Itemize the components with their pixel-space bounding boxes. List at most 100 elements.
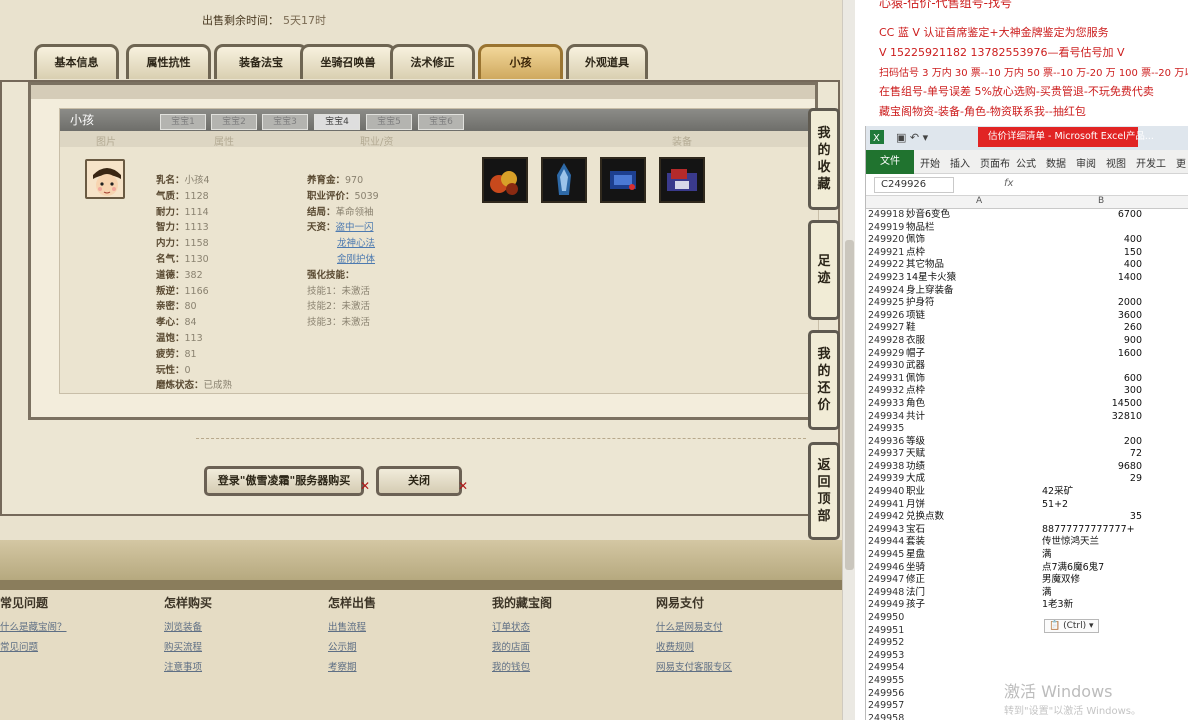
- baby-tab-2[interactable]: 宝宝2: [211, 114, 257, 130]
- cell-b[interactable]: 400: [1042, 259, 1142, 272]
- sheet-row[interactable]: 249934 共计 32810: [866, 411, 1188, 424]
- sheet-row[interactable]: 249947 修正 男魔双修: [866, 574, 1188, 587]
- footer-link[interactable]: 公示期: [328, 639, 376, 653]
- ribbon-tab-developer[interactable]: 开发工: [1136, 155, 1166, 170]
- my-favorites-button[interactable]: 我的收藏: [808, 108, 840, 210]
- equip-slot-3[interactable]: [600, 157, 646, 203]
- excel-title-popup[interactable]: 估价详细清单 - Microsoft Excel产品...: [978, 127, 1154, 147]
- equip-slot-1[interactable]: [482, 157, 528, 203]
- sheet-row[interactable]: 249930 武器: [866, 360, 1188, 373]
- cell-a[interactable]: 鞋: [906, 322, 916, 335]
- tab-mounts[interactable]: 坐骑召唤兽: [300, 44, 396, 79]
- cell-a[interactable]: 物品栏: [906, 222, 935, 235]
- cell-a[interactable]: 共计: [906, 411, 925, 424]
- cell-b[interactable]: 传世惊鸿天兰: [1042, 536, 1142, 549]
- cell-b[interactable]: 满: [1042, 587, 1142, 600]
- ribbon-tab-review[interactable]: 审阅: [1076, 155, 1096, 170]
- sheet-row[interactable]: 249937 天赋 72: [866, 448, 1188, 461]
- ribbon-tab-layout[interactable]: 页面布: [980, 155, 1010, 170]
- cell-b[interactable]: 72: [1042, 448, 1142, 461]
- cell-b[interactable]: 1600: [1042, 348, 1142, 361]
- baby-tab-6[interactable]: 宝宝6: [418, 114, 464, 130]
- footer-link[interactable]: 浏览装备: [164, 619, 212, 633]
- sheet-row[interactable]: 249926 项链 3600: [866, 310, 1188, 323]
- tab-appearance[interactable]: 外观道具: [566, 44, 648, 79]
- tab-spells[interactable]: 法术修正: [390, 44, 475, 79]
- tab-equipment[interactable]: 装备法宝: [214, 44, 308, 79]
- cell-b[interactable]: 6700: [1042, 209, 1142, 222]
- sheet-row[interactable]: 249948 法门 满: [866, 587, 1188, 600]
- cell-a[interactable]: 套装: [906, 536, 925, 549]
- cell-b[interactable]: 42采矿: [1042, 486, 1142, 499]
- sheet-row[interactable]: 249922 其它物品 400: [866, 259, 1188, 272]
- ribbon-tab-formulas[interactable]: 公式: [1016, 155, 1036, 170]
- cell-a[interactable]: 兑换点数: [906, 511, 944, 524]
- my-bargains-button[interactable]: 我的还价: [808, 330, 840, 430]
- cell-a[interactable]: 佩饰: [906, 373, 925, 386]
- footprints-button[interactable]: 足迹: [808, 220, 840, 320]
- scrollbar-thumb[interactable]: [845, 240, 854, 570]
- cell-a[interactable]: 项链: [906, 310, 925, 323]
- sheet-row[interactable]: 249952: [866, 637, 1188, 650]
- close-button[interactable]: 关闭 ✕: [376, 466, 468, 496]
- cell-a[interactable]: 修正: [906, 574, 925, 587]
- cell-b[interactable]: 9680: [1042, 461, 1142, 474]
- page-scrollbar[interactable]: [842, 0, 855, 720]
- cell-a[interactable]: 武器: [906, 360, 925, 373]
- footer-link[interactable]: 注意事项: [164, 659, 212, 673]
- cell-b[interactable]: 51+2: [1042, 499, 1142, 512]
- sheet-row[interactable]: 249942 兑换点数 35: [866, 511, 1188, 524]
- name-box[interactable]: C249926: [874, 177, 954, 193]
- equip-slot-4[interactable]: [659, 157, 705, 203]
- ribbon-tab-data[interactable]: 数据: [1046, 155, 1066, 170]
- cell-a[interactable]: 月饼: [906, 499, 925, 512]
- sheet-row[interactable]: 249928 衣服 900: [866, 335, 1188, 348]
- cell-a[interactable]: 身上穿装备: [906, 285, 954, 298]
- cell-a[interactable]: 护身符: [906, 297, 935, 310]
- cell-a[interactable]: 宝石: [906, 524, 925, 537]
- cell-b[interactable]: 35: [1042, 511, 1142, 524]
- cell-a[interactable]: 功绩: [906, 461, 925, 474]
- sheet-row[interactable]: 249920 佩饰 400: [866, 234, 1188, 247]
- sheet-row[interactable]: 249929 帽子 1600: [866, 348, 1188, 361]
- ribbon-file-tab[interactable]: 文件: [866, 150, 914, 174]
- cell-a[interactable]: 职业: [906, 486, 925, 499]
- attr-value[interactable]: 金刚护体: [337, 254, 375, 265]
- footer-link[interactable]: 什么是藏宝阁？: [0, 619, 67, 633]
- cell-a[interactable]: 星盘: [906, 549, 925, 562]
- baby-tab-1[interactable]: 宝宝1: [160, 114, 206, 130]
- sheet-row[interactable]: 249939 大成 29: [866, 473, 1188, 486]
- baby-tab-3[interactable]: 宝宝3: [262, 114, 308, 130]
- cell-b[interactable]: 200: [1042, 436, 1142, 449]
- cell-b[interactable]: 男魔双修: [1042, 574, 1142, 587]
- cell-a[interactable]: 坐骑: [906, 562, 925, 575]
- cell-a[interactable]: 帽子: [906, 348, 925, 361]
- footer-link[interactable]: 我的店面: [492, 639, 552, 653]
- cell-b[interactable]: 3600: [1042, 310, 1142, 323]
- sheet-row[interactable]: 249924 身上穿装备: [866, 285, 1188, 298]
- cell-b[interactable]: 600: [1042, 373, 1142, 386]
- sheet-row[interactable]: 249936 等级 200: [866, 436, 1188, 449]
- sheet-row[interactable]: 249944 套装 传世惊鸿天兰: [866, 536, 1188, 549]
- sheet-row[interactable]: 249941 月饼 51+2: [866, 499, 1188, 512]
- equip-slot-2[interactable]: [541, 157, 587, 203]
- footer-link[interactable]: 网易支付客服专区: [656, 659, 732, 673]
- tab-attr-resist[interactable]: 属性抗性: [126, 44, 211, 79]
- baby-tab-4[interactable]: 宝宝4: [314, 114, 360, 130]
- col-header-b[interactable]: B: [1098, 196, 1104, 206]
- footer-link[interactable]: 常见问题: [0, 639, 67, 653]
- attr-value[interactable]: 龙神心法: [337, 238, 375, 249]
- cell-a[interactable]: 角色: [906, 398, 925, 411]
- sheet-row[interactable]: 249919 物品栏: [866, 222, 1188, 235]
- cell-a[interactable]: 等级: [906, 436, 925, 449]
- cell-b[interactable]: 400: [1042, 234, 1142, 247]
- sheet-row[interactable]: 249938 功绩 9680: [866, 461, 1188, 474]
- tab-child[interactable]: 小孩: [478, 44, 563, 79]
- sheet-row[interactable]: 249932 点枠 300: [866, 385, 1188, 398]
- ribbon-tab-insert[interactable]: 插入: [950, 155, 970, 170]
- footer-link[interactable]: 我的钱包: [492, 659, 552, 673]
- sheet-row[interactable]: 249931 佩饰 600: [866, 373, 1188, 386]
- ribbon-tab-more[interactable]: 更: [1176, 155, 1186, 170]
- quick-access-icon[interactable]: ▣ ↶ ▾: [896, 131, 928, 144]
- ribbon-tab-view[interactable]: 视图: [1106, 155, 1126, 170]
